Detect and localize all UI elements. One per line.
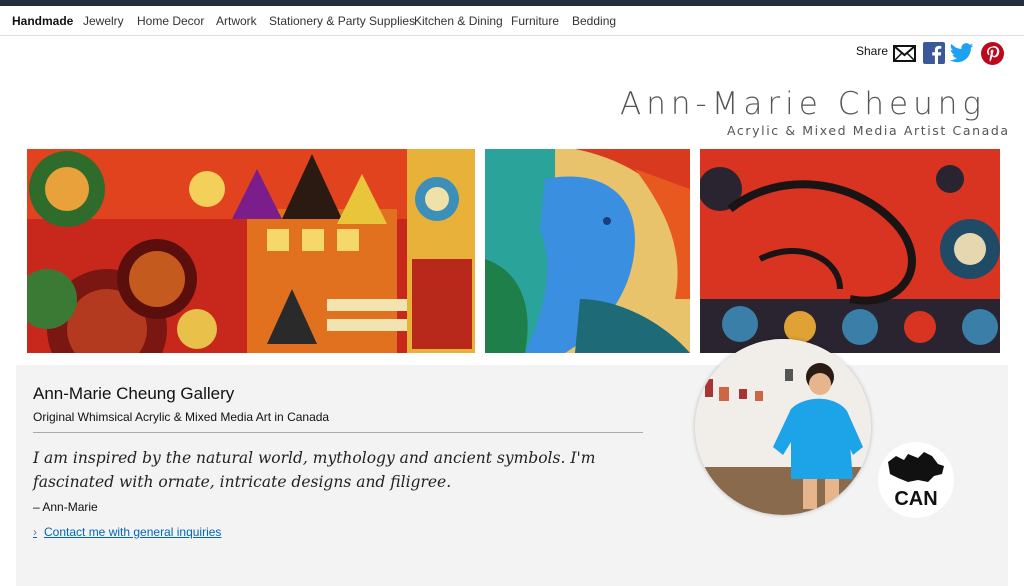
banner-painting-mermaid: [485, 149, 690, 353]
country-badge: CAN: [878, 442, 954, 518]
nav-item-home-decor[interactable]: Home Decor: [137, 14, 204, 28]
contact-link[interactable]: › Contact me with general inquiries: [33, 525, 221, 539]
category-nav: Handmade Jewelry Home Decor Artwork Stat…: [0, 6, 1024, 36]
facebook-icon[interactable]: [923, 42, 945, 69]
contact-link-label: Contact me with general inquiries: [44, 525, 222, 539]
artist-signature: – Ann-Marie: [33, 500, 98, 514]
artist-quote: I am inspired by the natural world, myth…: [33, 449, 596, 491]
nav-item-bedding[interactable]: Bedding: [572, 14, 616, 28]
country-badge-label: CAN: [894, 488, 937, 510]
share-label: Share: [856, 44, 889, 58]
pinterest-icon[interactable]: [981, 42, 1004, 70]
chevron-right-icon: ›: [33, 525, 37, 539]
gallery-name: Ann-Marie Cheung Gallery: [33, 384, 235, 403]
brand-subtitle: Acrylic & Mixed Media Artist Canada: [727, 123, 1010, 138]
brand-title: Ann-Marie Cheung: [620, 86, 986, 122]
nav-item-handmade[interactable]: Handmade: [12, 14, 73, 28]
nav-item-furniture[interactable]: Furniture: [511, 14, 559, 28]
nav-item-kitchen-dining[interactable]: Kitchen & Dining: [414, 14, 503, 28]
email-icon[interactable]: [893, 45, 916, 67]
banner-painting-swirls: [700, 149, 1000, 353]
gallery-tagline: Original Whimsical Acrylic & Mixed Media…: [33, 410, 330, 424]
nav-item-artwork[interactable]: Artwork: [216, 14, 257, 28]
twitter-icon[interactable]: [949, 43, 974, 68]
banner-painting-castle: [27, 149, 475, 353]
nav-item-jewelry[interactable]: Jewelry: [83, 14, 124, 28]
nav-item-stationery[interactable]: Stationery & Party Supplies: [269, 14, 415, 28]
artist-avatar: [695, 339, 871, 515]
divider: [33, 432, 643, 433]
